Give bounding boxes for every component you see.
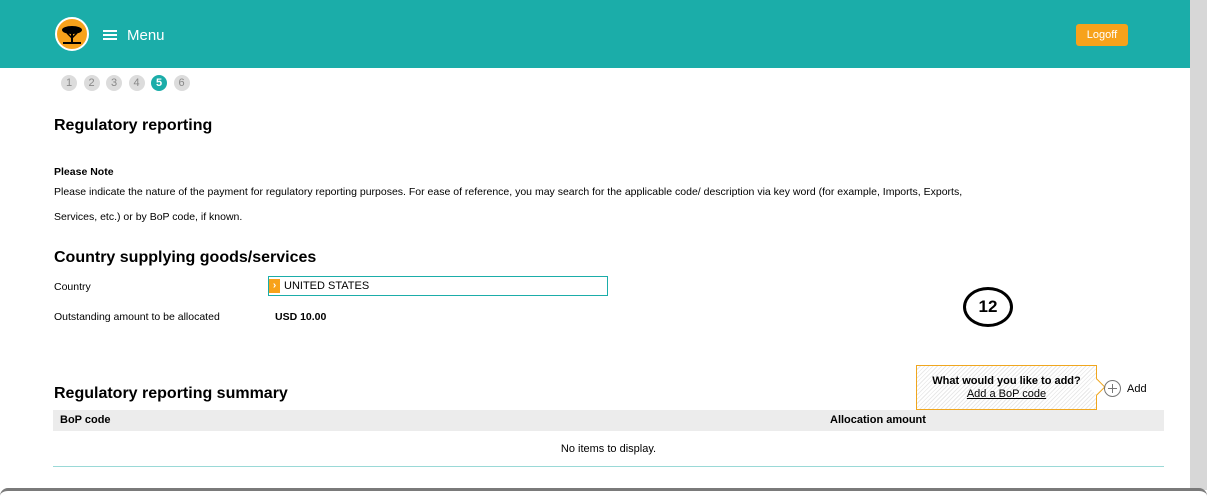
- step-indicator: 1 2 3 4 5 6: [61, 75, 196, 91]
- country-section-title: Country supplying goods/services: [54, 249, 317, 266]
- note-line-2: Services, etc.) or by BoP code, if known…: [54, 211, 243, 223]
- step-1[interactable]: 1: [61, 75, 77, 91]
- add-label: Add: [1127, 382, 1147, 395]
- summary-title: Regulatory reporting summary: [54, 385, 288, 402]
- step-6[interactable]: 6: [173, 75, 190, 91]
- vertical-scrollbar[interactable]: [1190, 0, 1207, 490]
- step-5-active[interactable]: 5: [151, 75, 167, 91]
- page-title: Regulatory reporting: [54, 117, 213, 134]
- country-value: UNITED STATES: [284, 280, 370, 292]
- menu-button[interactable]: Menu: [103, 24, 165, 46]
- add-options-popup: What would you like to add? Add a BoP co…: [916, 365, 1106, 410]
- step-4[interactable]: 4: [128, 75, 145, 91]
- summary-table-header: BoP code Allocation amount: [53, 410, 1164, 431]
- col-bop-code[interactable]: BoP code: [60, 414, 111, 426]
- outstanding-value: USD 10.00: [275, 311, 327, 323]
- bottom-panel-edge: [0, 488, 1207, 501]
- add-bop-code-link[interactable]: Add a BoP code: [917, 388, 1096, 400]
- hamburger-icon: [103, 28, 121, 42]
- top-header: Menu Logoff: [0, 0, 1190, 68]
- bank-logo-icon[interactable]: [55, 17, 89, 51]
- note-line-1: Please indicate the nature of the paymen…: [54, 186, 963, 198]
- outstanding-label: Outstanding amount to be allocated: [54, 311, 220, 323]
- add-button[interactable]: Add: [1104, 380, 1147, 397]
- country-label: Country: [54, 281, 91, 293]
- menu-label: Menu: [127, 26, 165, 44]
- step-3[interactable]: 3: [106, 75, 122, 91]
- country-field[interactable]: › UNITED STATES: [268, 276, 608, 296]
- empty-table-message: No items to display.: [560, 443, 657, 455]
- logoff-button[interactable]: Logoff: [1076, 24, 1128, 46]
- col-allocation-amount[interactable]: Allocation amount: [830, 414, 926, 426]
- step-2[interactable]: 2: [83, 75, 100, 91]
- plus-circle-icon: [1104, 380, 1121, 397]
- step-marker-badge: 12: [963, 287, 1013, 327]
- note-title: Please Note: [54, 166, 114, 178]
- table-divider: [53, 466, 1164, 467]
- add-popup-question: What would you like to add?: [932, 375, 1081, 387]
- chevron-right-icon: ›: [269, 279, 280, 293]
